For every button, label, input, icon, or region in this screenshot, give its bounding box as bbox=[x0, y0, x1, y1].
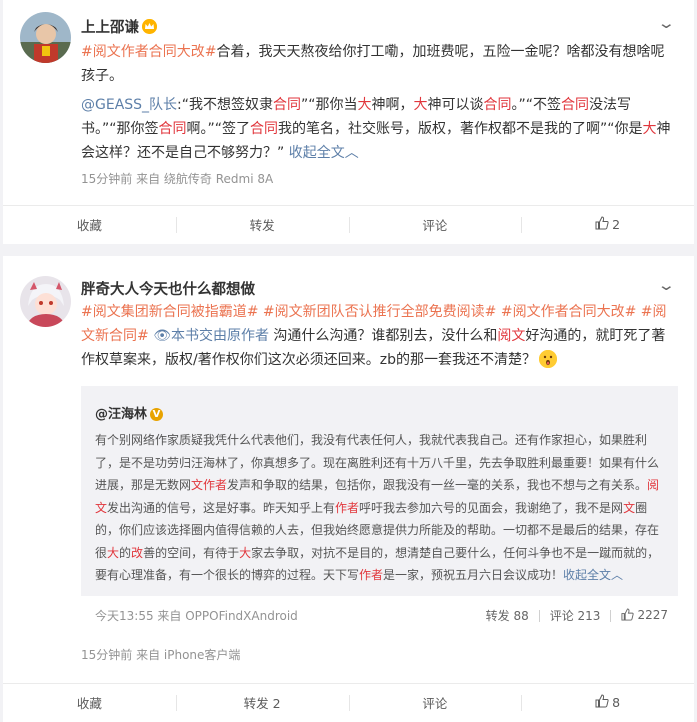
text-segment: 发声和争取的结果，包括你，跟我没有一丝一毫的关系，我也不想与之有关系。 bbox=[227, 478, 648, 492]
thumbs-up-icon bbox=[621, 607, 635, 624]
text-segment: 神啊， bbox=[371, 97, 414, 113]
post-meta: 15分钟前 来自 iPhone客户端 bbox=[81, 648, 241, 662]
highlighted-text: 合同 bbox=[158, 121, 187, 137]
feed-card: 上上邵谦 ⌄ #阅文作者合同大改#合着，我天天熬夜给你打工嘞，加班费呢，五险一金… bbox=[3, 0, 694, 244]
inline-link[interactable]: 收起全文︿ bbox=[284, 145, 359, 161]
text-segment: 呼吁我去参加六号的见面会，我谢绝了，我不是网 bbox=[359, 500, 624, 515]
post-content: #阅文集团新合同被指霸道# #阅文新团队否认推行全部免费阅读# #阅文作者合同大… bbox=[81, 300, 676, 372]
comment-button[interactable]: 评论 bbox=[348, 684, 522, 721]
text-segment: 我的笔名，社交账号，版权，著作权都不是我的了啊”“你是 bbox=[278, 121, 643, 137]
repost-meta: 今天13:55 来自 OPPOFindXAndroid bbox=[95, 609, 298, 623]
like-button[interactable]: 8 bbox=[521, 684, 694, 721]
favorite-button[interactable]: 收藏 bbox=[3, 684, 176, 721]
text-segment: 啊。”“签了 bbox=[186, 121, 251, 137]
text-segment: 善的空间，有待于 bbox=[143, 545, 240, 560]
inline-link[interactable]: 👁本书交由原作者 bbox=[153, 328, 269, 344]
text-segment: 是一家，预祝五月六日会议成功！ bbox=[383, 568, 564, 582]
repost-button[interactable]: 转发 bbox=[175, 206, 349, 243]
repost-button[interactable]: 转发 2 bbox=[175, 684, 349, 721]
avatar[interactable] bbox=[20, 276, 71, 327]
favorite-button[interactable]: 收藏 bbox=[3, 206, 176, 243]
post-content: #阅文作者合同大改#合着，我天天熬夜给你打工嘞，加班费呢，五险一金呢？啥都没有想… bbox=[81, 40, 676, 165]
highlighted-text: 作者 bbox=[335, 500, 360, 515]
post-text-quote: @GEASS_队长:“我不想签奴隶合同”“那你当大神啊，大神可以谈合同。”“不签… bbox=[81, 93, 676, 165]
repost-content: 有个别网络作家质疑我凭什么代表他们，我没有代表任何人，我就代表我自己。还有作家担… bbox=[95, 429, 668, 587]
action-bar: 收藏 转发 评论 2 bbox=[3, 205, 694, 243]
inline-link[interactable]: @GEASS_队长 bbox=[81, 97, 177, 113]
highlighted-text: 合同 bbox=[273, 97, 302, 113]
emoji-icon bbox=[538, 350, 557, 368]
inline-link[interactable]: 收起全文︿ bbox=[563, 568, 623, 582]
divider bbox=[538, 609, 540, 622]
action-bar: 收藏 转发 2 评论 8 bbox=[3, 683, 694, 721]
feed-card: 胖奇大人今天也什么都想做 ⌄ #阅文集团新合同被指霸道# #阅文新团队否认推行全… bbox=[3, 256, 694, 722]
highlighted-text: 大 bbox=[357, 97, 372, 113]
repost-count[interactable]: 转发 88 bbox=[486, 607, 529, 624]
highlighted-text: 合同 bbox=[250, 121, 279, 137]
username[interactable]: 胖奇大人今天也什么都想做 bbox=[81, 278, 255, 299]
repost-username[interactable]: @汪海林 V bbox=[95, 403, 164, 422]
highlighted-text: 文作者 bbox=[191, 478, 228, 492]
comment-button[interactable]: 评论 bbox=[348, 206, 522, 243]
thumbs-up-icon bbox=[595, 216, 609, 233]
highlighted-text: 合同 bbox=[561, 97, 590, 113]
post-text-line: #阅文作者合同大改#合着，我天天熬夜给你打工嘞，加班费呢，五险一金呢？啥都没有想… bbox=[81, 40, 676, 88]
topic-link[interactable]: #阅文作者合同大改# bbox=[501, 304, 636, 320]
crown-icon bbox=[142, 19, 157, 34]
divider bbox=[610, 609, 612, 622]
comment-count[interactable]: 评论 213 bbox=[550, 607, 601, 624]
text-segment: :“我不想签奴隶 bbox=[177, 97, 274, 113]
highlighted-text: 大 bbox=[107, 545, 120, 560]
like-button[interactable]: 2 bbox=[521, 206, 694, 243]
topic-link[interactable]: #阅文集团新合同被指霸道# bbox=[81, 304, 258, 320]
highlighted-text: 大 bbox=[239, 545, 252, 560]
highlighted-text: 合同 bbox=[483, 97, 512, 113]
chevron-down-icon[interactable]: ⌄ bbox=[657, 276, 676, 294]
repost-stats: 转发 88 评论 213 2227 bbox=[486, 607, 668, 624]
topic-link[interactable]: #阅文新团队否认推行全部免费阅读# bbox=[263, 304, 496, 320]
post-meta: 15分钟前 来自 绕航传奇 Redmi 8A bbox=[81, 172, 274, 186]
highlighted-text: 作者 bbox=[359, 568, 384, 582]
text-segment: ”“那你当 bbox=[301, 97, 358, 113]
text-segment: 神可以谈 bbox=[427, 97, 484, 113]
text-segment: 。”“不签 bbox=[511, 97, 562, 113]
highlighted-text: 阅文 bbox=[497, 328, 526, 344]
highlighted-text: 大 bbox=[642, 121, 657, 137]
highlighted-text: 文 bbox=[623, 500, 636, 515]
highlighted-text: 改 bbox=[131, 545, 144, 560]
username[interactable]: 上上邵谦 bbox=[81, 16, 157, 37]
verified-badge-icon: V bbox=[150, 408, 164, 421]
repost-card[interactable]: @汪海林 V 有个别网络作家质疑我凭什么代表他们，我没有代表任何人，我就代表我自己… bbox=[81, 386, 678, 596]
text-segment: 的 bbox=[119, 545, 132, 560]
text-segment: 沟通什么沟通？谁都别去，没什么和 bbox=[268, 328, 498, 344]
chevron-down-icon[interactable]: ⌄ bbox=[657, 14, 676, 32]
thumbs-up-icon bbox=[595, 694, 609, 711]
highlighted-text: 大 bbox=[413, 97, 428, 113]
avatar[interactable] bbox=[20, 12, 71, 63]
like-count[interactable]: 2227 bbox=[621, 608, 668, 624]
text-segment: 发出沟通的信号，这是好事。昨天知乎上有 bbox=[107, 500, 336, 515]
topic-link[interactable]: #阅文作者合同大改# bbox=[81, 44, 216, 60]
